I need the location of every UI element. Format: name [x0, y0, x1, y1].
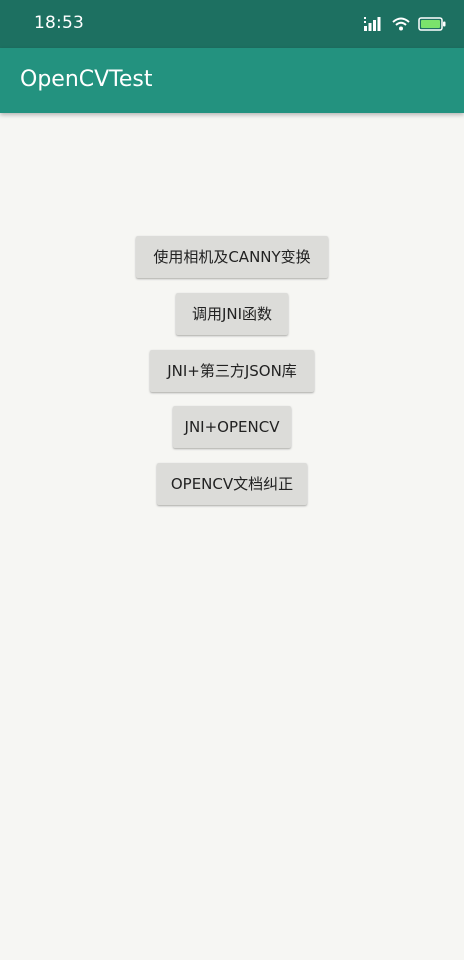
status-bar: 18:53 — [0, 0, 464, 48]
jni-third-party-json-button[interactable]: JNI+第三方JSON库 — [150, 350, 314, 392]
jni-opencv-button[interactable]: JNI+OPENCV — [173, 406, 291, 448]
status-time: 18:53 — [34, 13, 84, 33]
call-jni-function-button[interactable]: 调用JNI函数 — [176, 293, 288, 335]
app-bar: OpenCVTest — [0, 48, 464, 113]
camera-canny-button[interactable]: 使用相机及CANNY变换 — [136, 236, 328, 278]
signal-icon — [364, 17, 384, 31]
wifi-icon — [392, 17, 410, 31]
status-icons — [364, 14, 446, 34]
battery-icon — [418, 17, 446, 31]
app-title: OpenCVTest — [20, 67, 153, 92]
opencv-document-correction-button[interactable]: OPENCV文档纠正 — [157, 463, 307, 505]
app-screen: 18:53 OpenCVTest 使用相机及CANNY变换 调用JNI函数 JN… — [0, 0, 464, 960]
